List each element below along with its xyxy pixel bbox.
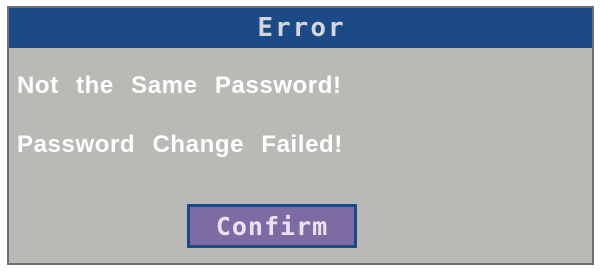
confirm-button-label: Confirm <box>215 211 329 241</box>
dialog-title: Error <box>257 13 346 43</box>
error-message-change-failed: Password Change Failed! <box>17 131 343 158</box>
error-dialog: Error Not the Same Password! Password Ch… <box>7 6 594 265</box>
dialog-title-bar: Error <box>9 8 592 48</box>
confirm-button[interactable]: Confirm <box>187 204 357 248</box>
error-message-password-mismatch: Not the Same Password! <box>17 72 342 99</box>
